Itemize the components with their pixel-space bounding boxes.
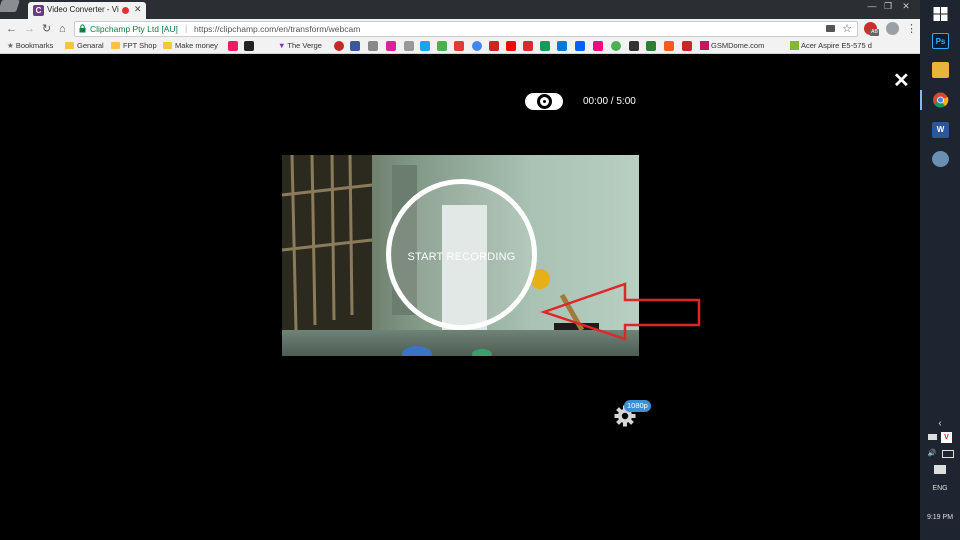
chrome-icon[interactable] <box>932 92 949 108</box>
browser-toolbar: ← → ↻ ⌂ Clipchamp Pty Ltd [AU] | https:/… <box>0 19 920 39</box>
extension-icon[interactable] <box>886 22 899 35</box>
language-indicator[interactable]: ENG <box>920 485 960 492</box>
bookmark-icon[interactable] <box>682 41 692 51</box>
folder-icon <box>163 42 172 49</box>
bookmarks-star-icon: ★ <box>7 41 16 50</box>
close-recorder-button[interactable]: ✕ <box>893 71 910 91</box>
clock[interactable]: 9:19 PM <box>920 514 960 521</box>
browser-window: ○○ C Video Converter - Vi ✕ — ❐ ✕ ← → ↻ … <box>0 0 920 540</box>
address-bar[interactable]: Clipchamp Pty Ltd [AU] | https://clipcha… <box>74 21 858 37</box>
tab-video-converter[interactable]: C Video Converter - Vi ✕ <box>28 2 146 19</box>
soundcloud-icon[interactable] <box>664 41 674 51</box>
instagram-icon[interactable] <box>386 41 396 51</box>
word-icon[interactable]: W <box>932 122 949 138</box>
flickr-icon[interactable] <box>593 41 603 51</box>
site-identity-label: Clipchamp Pty Ltd [AU] <box>90 24 178 34</box>
bookmark-icon[interactable] <box>334 41 344 51</box>
resolution-badge[interactable]: 1080p <box>624 400 651 412</box>
url-text: https://clipchamp.com/en/transform/webca… <box>194 24 361 34</box>
url-separator: | <box>185 23 188 33</box>
camera-lens-icon <box>537 94 552 109</box>
twitter-icon[interactable] <box>420 41 430 51</box>
lock-icon <box>79 24 86 33</box>
volume-icon[interactable]: 🔊 <box>926 449 938 457</box>
acer-icon <box>790 41 799 50</box>
minimize-button[interactable]: — <box>864 1 880 12</box>
google-icon[interactable] <box>472 41 482 51</box>
folder-icon <box>65 42 74 49</box>
bookmark-icon[interactable] <box>368 41 378 51</box>
bookmarks-bar: ★ Bookmarks Genaral FPT Shop Make money … <box>0 39 920 54</box>
vpn-tray-icon[interactable]: V <box>941 432 952 443</box>
file-explorer-icon[interactable] <box>932 62 949 78</box>
camera-switch-toggle[interactable] <box>525 93 563 110</box>
start-recording-label: START RECORDING <box>407 251 516 263</box>
action-center-icon[interactable] <box>934 465 946 474</box>
windows-taskbar: Ps W ‹ V 🔊 ENG 9:19 PM <box>920 0 960 540</box>
bookmark-icon[interactable] <box>629 41 639 51</box>
bookmark-icon[interactable] <box>646 41 656 51</box>
gmail-icon[interactable] <box>489 41 499 51</box>
bookmark-icon[interactable] <box>404 41 414 51</box>
bookmark-icon[interactable] <box>454 41 464 51</box>
tab-close-icon[interactable]: ✕ <box>134 4 142 15</box>
gmail-icon[interactable] <box>523 41 533 51</box>
bookmark-icon[interactable] <box>437 41 447 51</box>
forward-icon[interactable]: → <box>24 22 35 36</box>
paint-icon[interactable] <box>932 151 949 167</box>
show-hidden-icons-chevron-icon[interactable]: ‹ <box>920 418 960 429</box>
drive-icon[interactable] <box>540 41 550 51</box>
recording-indicator-icon <box>122 7 129 14</box>
start-recording-button[interactable]: START RECORDING <box>386 179 537 330</box>
network-icon[interactable] <box>942 450 954 458</box>
new-tab-button[interactable] <box>0 0 20 12</box>
reload-icon[interactable]: ↻ <box>42 22 51 36</box>
dropbox-icon[interactable] <box>575 41 585 51</box>
folder-icon <box>111 42 120 49</box>
red-arrow-annotation-icon <box>540 282 701 341</box>
home-icon[interactable]: ⌂ <box>59 22 66 36</box>
bookmark-folder-fpt-shop[interactable]: FPT Shop <box>111 41 157 50</box>
verge-icon: ▼ <box>278 41 288 50</box>
bookmark-acer[interactable]: Acer Aspire E5-575 d <box>790 41 872 50</box>
tab-strip: ○○ C Video Converter - Vi ✕ — ❐ ✕ <box>0 0 920 19</box>
back-icon[interactable]: ← <box>6 22 17 36</box>
bookmark-folder-make-money[interactable]: Make money <box>163 41 218 50</box>
extension-badge: AB <box>870 29 879 36</box>
chrome-menu-icon[interactable]: ⋮ <box>906 22 917 35</box>
windows-start-icon[interactable] <box>932 6 949 22</box>
onedrive-icon[interactable] <box>557 41 567 51</box>
webcam-recorder-page: ✕ 00:00 / 5:00 START RECORDING 1080p <box>0 55 920 540</box>
tab-title: Video Converter - Vi <box>47 5 119 14</box>
bookmark-icon[interactable] <box>611 41 621 51</box>
close-window-button[interactable]: ✕ <box>898 1 914 12</box>
camera-in-use-icon[interactable] <box>826 25 835 32</box>
facebook-icon[interactable] <box>350 41 360 51</box>
youtube-icon[interactable] <box>506 41 516 51</box>
bookmarks-menu[interactable]: ★ Bookmarks <box>7 41 53 50</box>
recording-timer: 00:00 / 5:00 <box>583 96 636 107</box>
restore-button[interactable]: ❐ <box>880 1 896 12</box>
bookmark-folder-general[interactable]: Genaral <box>65 41 104 50</box>
bookmark-the-verge[interactable]: ▼ The Verge <box>278 41 322 50</box>
bookmark-gsmdome[interactable]: GSMDome.com <box>700 41 764 50</box>
bookmark-icon[interactable] <box>228 41 238 51</box>
bookmark-icon[interactable] <box>244 41 254 51</box>
gsmdome-icon <box>700 41 709 50</box>
bookmark-star-icon[interactable]: ☆ <box>842 22 852 35</box>
battery-icon[interactable] <box>928 434 937 440</box>
clipchamp-favicon-icon: C <box>33 5 44 16</box>
active-app-indicator <box>920 90 922 110</box>
photoshop-icon[interactable]: Ps <box>932 33 949 49</box>
